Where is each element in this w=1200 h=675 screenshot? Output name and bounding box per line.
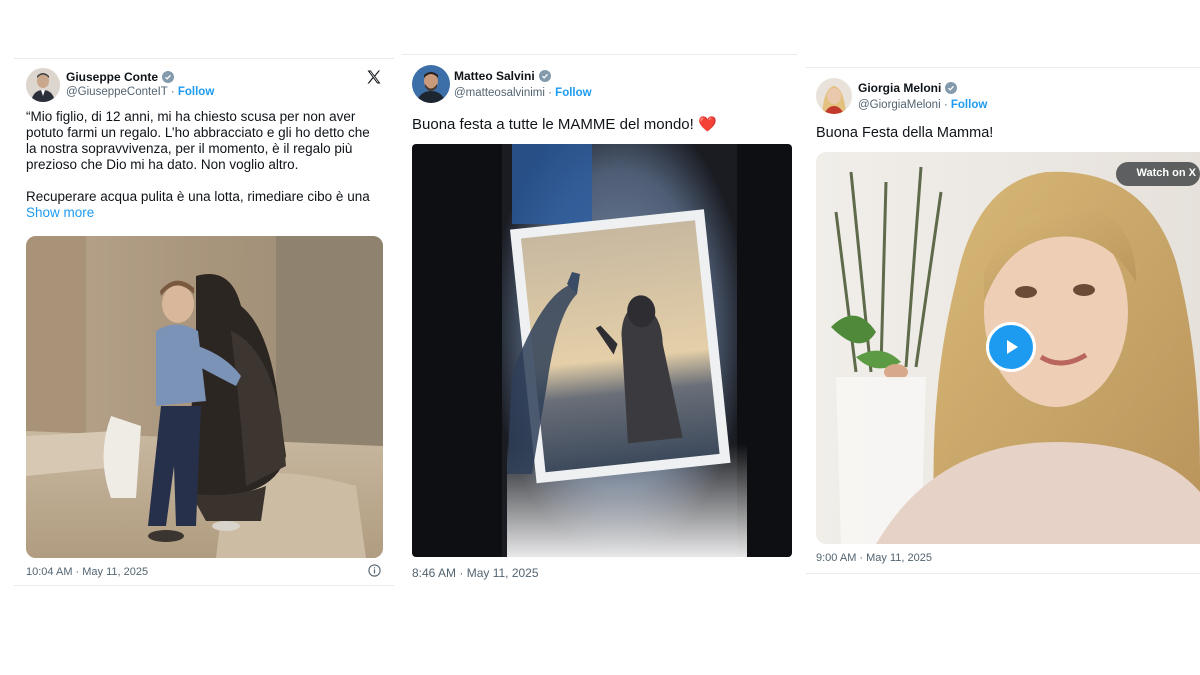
handle[interactable]: @GiorgiaMeloni [858,99,941,111]
display-name[interactable]: Matteo Salvini [454,69,535,83]
separator: · [548,87,552,99]
handle[interactable]: @matteosalvinimi [454,87,545,99]
tweet-paragraph: Recuperare acqua pulita è una lotta, rim… [26,189,370,220]
tweet-video[interactable]: Watch on X [816,152,1200,544]
divider [14,585,394,586]
heart-emoji: ❤️ [698,116,717,133]
follow-button[interactable]: Follow [178,86,214,98]
tweet-timestamp[interactable]: 10:04 AM · May 11, 2025 [26,566,148,578]
display-name[interactable]: Giuseppe Conte [66,70,158,84]
avatar-image [26,68,60,102]
verified-badge-icon [945,82,958,94]
follow-button[interactable]: Follow [555,87,591,99]
play-icon [1007,340,1018,354]
tweet-paragraph: “Mio figlio, di 12 anni, mi ha chiesto s… [26,109,370,172]
photo-mother-child-silhouette [412,144,792,557]
follow-button[interactable]: Follow [951,99,987,111]
tweet-text: Buona festa a tutte le MAMME del mondo! … [412,116,717,133]
verified-badge-icon [538,70,551,82]
photo-mother-and-child [26,236,383,558]
separator: · [170,86,175,98]
avatar[interactable] [816,78,852,114]
avatar[interactable] [412,65,450,103]
show-more-link[interactable]: Show more [26,205,94,220]
handle[interactable]: @GiuseppeConteIT [66,86,168,98]
divider [806,573,1200,574]
tweet-card-conte: Giuseppe Conte @GiuseppeConteIT · Follow… [14,58,394,586]
tweet-timestamp[interactable]: 8:46 AM · May 11, 2025 [412,566,539,580]
tweet-text: “Mio figlio, di 12 anni, mi ha chiesto s… [26,109,376,221]
tweet-card-meloni: Giorgia Meloni @GiorgiaMeloni · Follow B… [806,67,1200,577]
verified-badge-icon [162,71,175,83]
play-button[interactable] [986,322,1036,372]
tweet-timestamp[interactable]: 9:00 AM · May 11, 2025 [816,552,932,564]
separator: · [943,99,948,111]
tweet-photo[interactable] [412,144,792,557]
display-name[interactable]: Giorgia Meloni [858,81,941,95]
info-icon[interactable] [368,564,381,577]
x-logo-icon[interactable] [366,69,382,85]
tweet-card-salvini: Matteo Salvini @matteosalvinimi · Follow… [402,54,797,584]
avatar-image [412,65,450,103]
tweet-text: Buona Festa della Mamma! [816,125,994,141]
watch-on-x-label[interactable]: Watch on X [1137,167,1196,179]
tweet-photo[interactable] [26,236,383,558]
avatar[interactable] [26,68,60,102]
avatar-image [816,78,852,114]
